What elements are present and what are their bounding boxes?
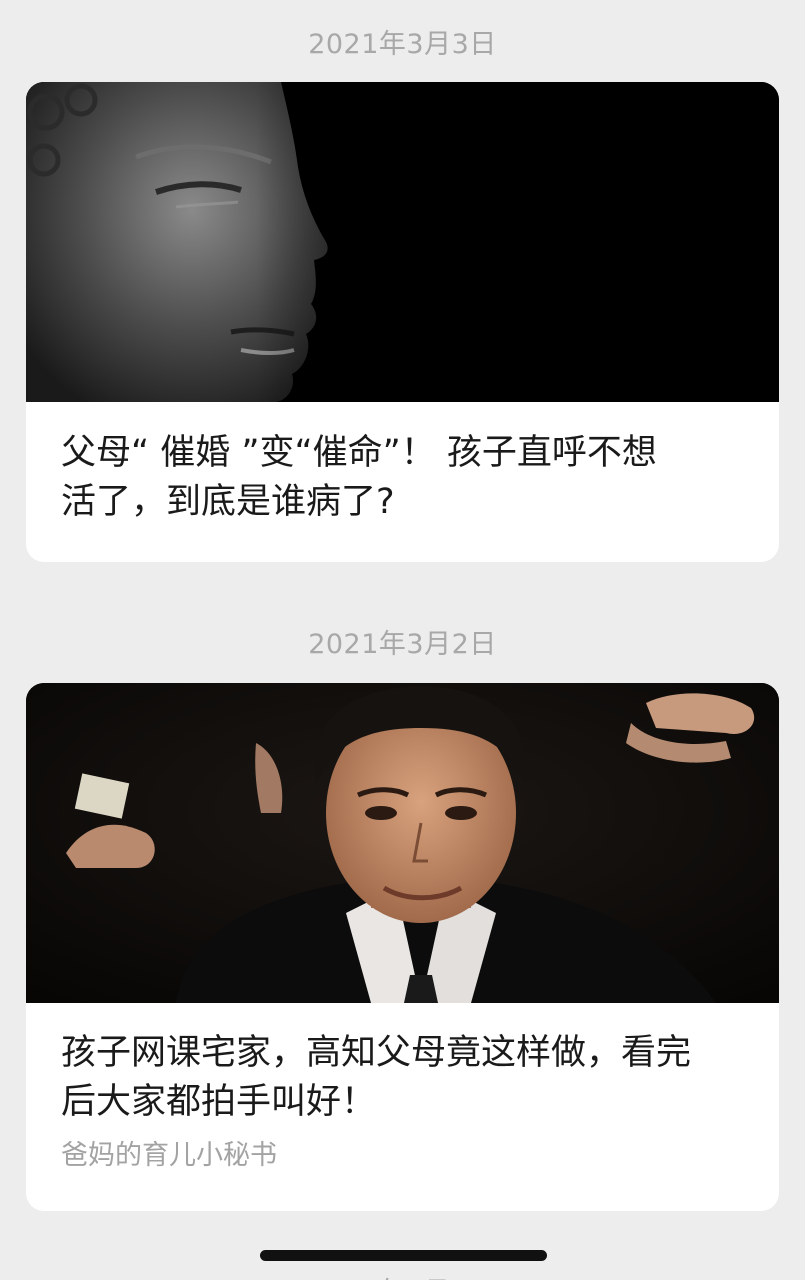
- article-date-label: 2021年3月2日: [308, 629, 497, 660]
- next-date-label-peek: 2021年3月1日: [0, 1266, 805, 1280]
- article-title-line: 活了，到底是谁病了?: [61, 482, 395, 522]
- man-in-suit-photo-image: [26, 683, 779, 1003]
- home-indicator[interactable]: [260, 1250, 547, 1261]
- article-title[interactable]: 孩子网课宅家，高知父母竟这样做，看完 后大家都拍手叫好！: [61, 1029, 739, 1127]
- article-card[interactable]: 孩子网课宅家，高知父母竟这样做，看完 后大家都拍手叫好！ 爸妈的育儿小秘书: [26, 683, 779, 1211]
- article-date-label: 2021年3月3日: [308, 29, 497, 60]
- article-title[interactable]: 父母“ 催婚 ”变“催命”！ 孩子直呼不想 活了，到底是谁病了?: [61, 429, 739, 527]
- article-title-line: 后大家都拍手叫好！: [61, 1082, 377, 1122]
- next-date-label: 2021年3月1日: [310, 1270, 494, 1280]
- article-card[interactable]: 父母“ 催婚 ”变“催命”！ 孩子直呼不想 活了，到底是谁病了?: [26, 82, 779, 562]
- article-source-label[interactable]: 爸妈的育儿小秘书: [61, 1133, 277, 1172]
- article-title-line: 父母“ 催婚 ”变“催命”！ 孩子直呼不想: [61, 433, 657, 473]
- article-title-line: 孩子网课宅家，高知父母竟这样做，看完: [61, 1033, 692, 1073]
- buddha-statue-face-image: [26, 82, 779, 402]
